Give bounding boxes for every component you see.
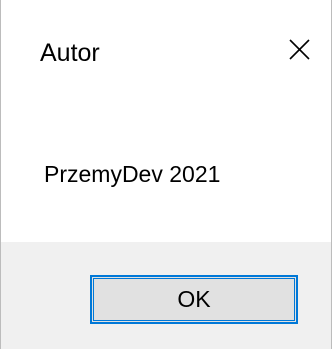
ok-button[interactable]: OK: [90, 275, 298, 324]
message-dialog: Autor PrzemyDev 2021 OK: [0, 0, 332, 349]
close-icon: [289, 39, 310, 60]
dialog-title: Autor: [40, 39, 100, 67]
title-bar[interactable]: Autor: [1, 0, 331, 108]
dialog-message: PrzemyDev 2021: [44, 161, 221, 187]
dialog-content: PrzemyDev 2021: [1, 108, 331, 242]
close-button[interactable]: [267, 22, 331, 80]
dialog-footer: OK: [1, 242, 331, 349]
